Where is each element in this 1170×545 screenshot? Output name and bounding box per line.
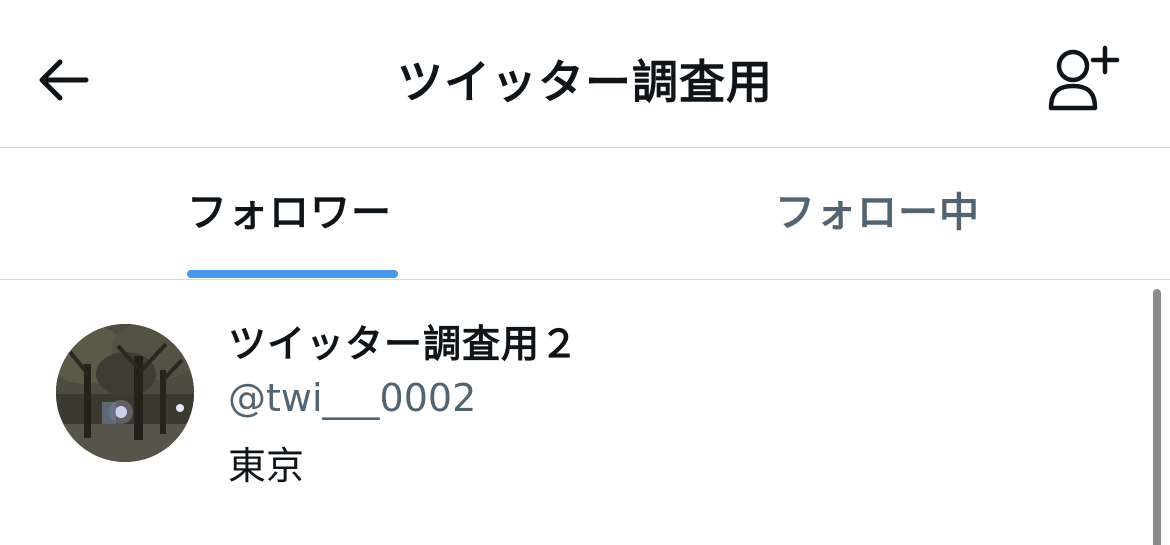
add-user-icon [1045,42,1125,118]
user-display-name: ツイッター調査用２ [228,322,580,366]
followers-screen: ツイッター調査用 フォロワー フォロー中 ツイッター調査用２ @twi___00… [0,0,1170,545]
tab-followers-label: フォロワー [187,190,392,236]
tab-followers[interactable]: フォロワー [0,148,585,279]
park-at-night-photo [56,324,194,462]
user-list-item[interactable]: ツイッター調査用２ @twi___0002 東京 [0,280,1150,545]
tab-following[interactable]: フォロー中 [585,148,1170,279]
scrollbar[interactable] [1153,289,1161,545]
user-bio: 東京 [228,444,305,488]
user-handle: @twi___0002 [228,376,477,420]
tab-following-label: フォロー中 [775,190,980,236]
avatar[interactable] [56,324,194,462]
page-title: ツイッター調査用 [397,55,773,109]
tab-bar: フォロワー フォロー中 [0,148,1170,280]
top-nav-bar: ツイッター調査用 [0,0,1170,148]
add-user-button[interactable] [1040,40,1130,120]
active-tab-indicator [187,270,398,278]
